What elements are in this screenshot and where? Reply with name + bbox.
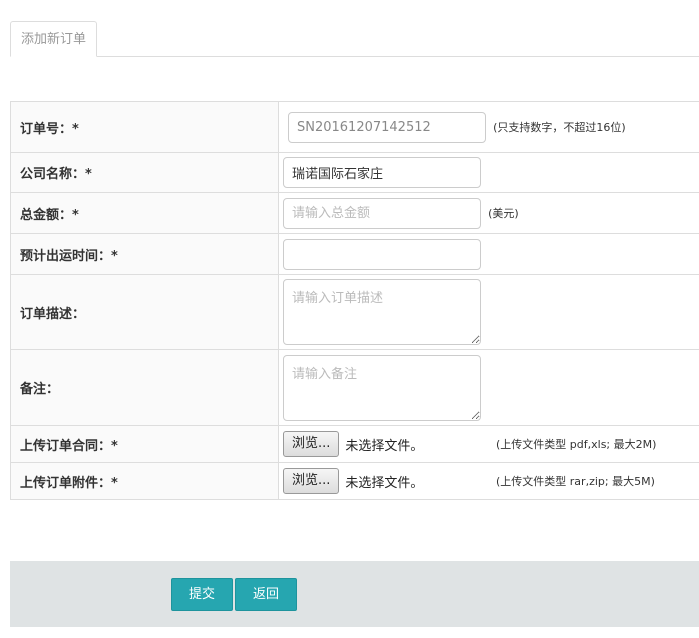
ship-time-input[interactable]: [283, 238, 481, 270]
description-label: 订单描述：: [10, 274, 279, 350]
description-textarea[interactable]: [283, 279, 481, 345]
row-contract: 上传订单合同：* 浏览... 未选择文件。 (上传文件类型 pdf,xls; 最大…: [10, 425, 699, 463]
submit-button[interactable]: 提交: [171, 578, 234, 611]
contract-file-status: 未选择文件。: [345, 438, 424, 454]
attachment-label: 上传订单附件：*: [10, 462, 279, 500]
remark-textarea[interactable]: [283, 354, 481, 421]
order-form: 订单号：* (只支持数字，不超过16位) 公司名称：* 总金额：* (美元) 预…: [10, 101, 699, 500]
contract-label: 上传订单合同：*: [10, 425, 279, 463]
attachment-browse-button[interactable]: 浏览...: [283, 468, 340, 494]
row-remark: 备注：: [10, 349, 699, 426]
row-company: 公司名称：*: [10, 152, 699, 193]
remark-label: 备注：: [10, 349, 279, 426]
company-input[interactable]: [283, 157, 481, 188]
row-attachment: 上传订单附件：* 浏览... 未选择文件。 (上传文件类型 rar,zip; 最大…: [10, 462, 699, 500]
row-amount: 总金额：* (美元): [10, 192, 699, 234]
amount-label: 总金额：*: [10, 192, 279, 234]
tab-bar: 添加新订单: [10, 21, 699, 57]
contract-hint: (上传文件类型 pdf,xls; 最大2M): [496, 438, 657, 451]
contract-browse-button[interactable]: 浏览...: [283, 431, 340, 457]
row-order-no: 订单号：* (只支持数字，不超过16位): [10, 101, 699, 153]
tab-add-order[interactable]: 添加新订单: [10, 21, 98, 57]
amount-hint: (美元): [488, 207, 519, 220]
row-ship-time: 预计出运时间：*: [10, 233, 699, 275]
back-button[interactable]: 返回: [235, 578, 298, 611]
attachment-hint: (上传文件类型 rar,zip; 最大5M): [496, 475, 655, 488]
order-no-hint: (只支持数字，不超过16位): [493, 121, 626, 134]
attachment-file-status: 未选择文件。: [345, 475, 424, 491]
company-label: 公司名称：*: [10, 152, 279, 193]
form-footer: 提交 返回: [10, 561, 699, 627]
order-no-input[interactable]: [288, 111, 486, 143]
amount-input[interactable]: [283, 197, 481, 229]
order-no-label: 订单号：*: [10, 101, 279, 153]
ship-time-label: 预计出运时间：*: [10, 233, 279, 275]
row-description: 订单描述：: [10, 274, 699, 350]
